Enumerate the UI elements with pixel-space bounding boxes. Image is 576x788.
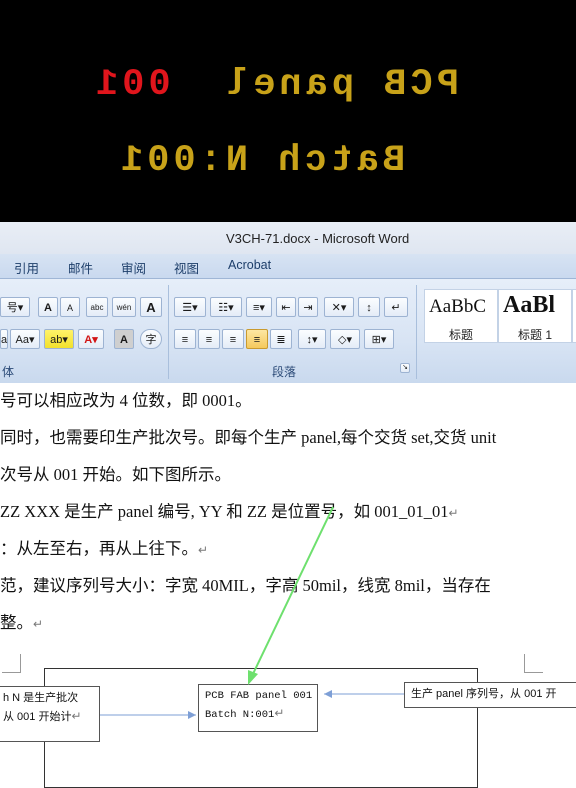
pcb-line-2: Batch N:001: [117, 140, 406, 182]
arrow-left-head: [188, 711, 196, 719]
pcb-line-1-text: PCB panel: [223, 64, 459, 106]
arrow-right-head: [324, 690, 332, 698]
pcb-line-1: PCB panel 001: [92, 60, 459, 110]
annotation-arrows: [100, 506, 404, 719]
arrow-green: [251, 506, 334, 677]
pcb-line-1-number: 001: [92, 64, 171, 106]
pcb-preview: PCB panel 001 Batch N:001: [0, 0, 576, 222]
arrow-green-head: [248, 670, 258, 685]
word-window: V3CH-71.docx - Microsoft Word 引用 邮件 审阅 视…: [0, 222, 576, 788]
